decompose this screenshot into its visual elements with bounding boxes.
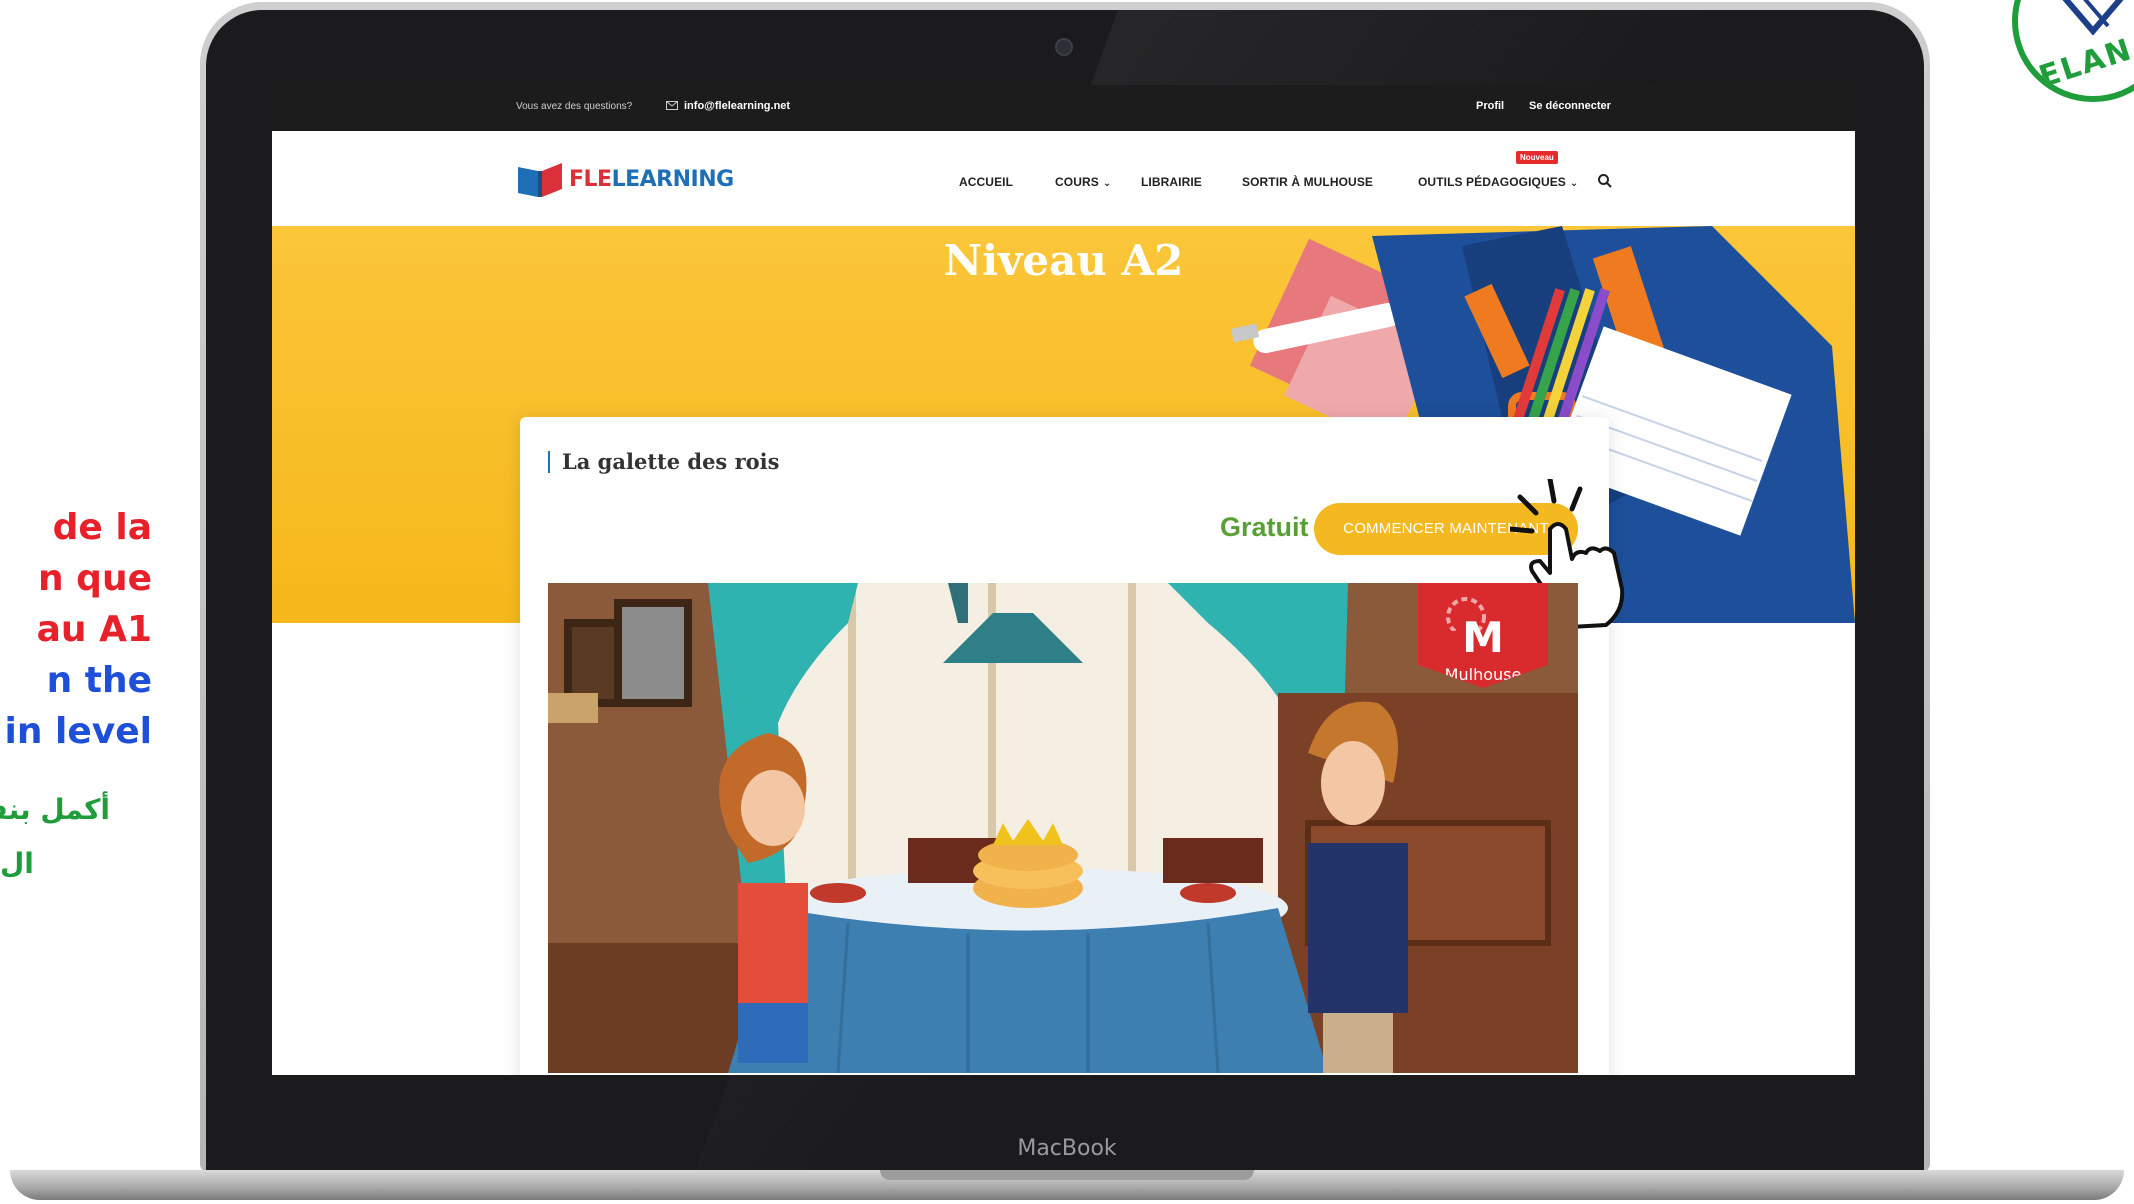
mail-icon [666, 101, 678, 110]
profile-link[interactable]: Profil [1476, 100, 1504, 112]
promo-line-fr-3: au A1 [36, 609, 152, 650]
logo-badge: ELAN [2012, 0, 2134, 102]
promo-line-en-2: in level [4, 711, 152, 752]
nav-librairie[interactable]: LIBRAIRIE [1141, 175, 1202, 189]
nav-sortir-mulhouse[interactable]: SORTIR À MULHOUSE [1242, 175, 1373, 189]
book-logo-icon [518, 163, 562, 197]
top-info-bar: Vous avez des questions? info@flelearnin… [272, 85, 1855, 131]
price-label: Gratuit [1220, 512, 1309, 542]
logo-text: FLELEARNING [569, 167, 734, 192]
laptop-notch [880, 1170, 1254, 1180]
search-icon[interactable] [1597, 173, 1613, 189]
site-logo[interactable]: FLELEARNING [516, 153, 734, 203]
nav-accueil[interactable]: ACCUEIL [959, 175, 1013, 189]
promo-line-en-1: n the [46, 660, 152, 701]
promo-line-ar-2: ال [0, 847, 34, 880]
new-badge: Nouveau [1516, 151, 1558, 164]
nav-outils-pedagogiques[interactable]: OUTILS PÉDAGOGIQUES ⌄ [1418, 175, 1578, 189]
questions-text: Vous avez des questions? [516, 101, 633, 112]
course-title: La galette des rois [548, 451, 779, 473]
nav-cours[interactable]: COURS ⌄ [1055, 175, 1111, 189]
laptop-brand: MacBook [1017, 1136, 1117, 1161]
logout-link[interactable]: Se déconnecter [1529, 100, 1611, 112]
promo-line-fr-2: n que [38, 558, 152, 599]
mulhouse-letter: M [1462, 613, 1504, 662]
side-promo-text: de la n que au A1 n the in level أكمل بن… [0, 502, 160, 891]
chevron-down-icon: ⌄ [1102, 178, 1112, 189]
camera-icon [1055, 38, 1073, 56]
contact-email-link[interactable]: info@flelearning.net [684, 100, 790, 112]
promo-line-ar-1: أكمل بنفس [0, 793, 110, 826]
lesson-video-thumbnail[interactable]: M Mulhouse [548, 583, 1578, 1073]
course-card: La galette des rois Gratuit COMMENCER MA… [520, 417, 1625, 1075]
browser-screen: Vous avez des questions? info@flelearnin… [272, 85, 1855, 1075]
promo-line-fr-1: de la [52, 507, 152, 548]
chevron-down-icon: ⌄ [1569, 178, 1579, 189]
main-navbar: FLELEARNING ACCUEIL COURS ⌄ LIBRAIRIE SOR… [272, 131, 1855, 226]
